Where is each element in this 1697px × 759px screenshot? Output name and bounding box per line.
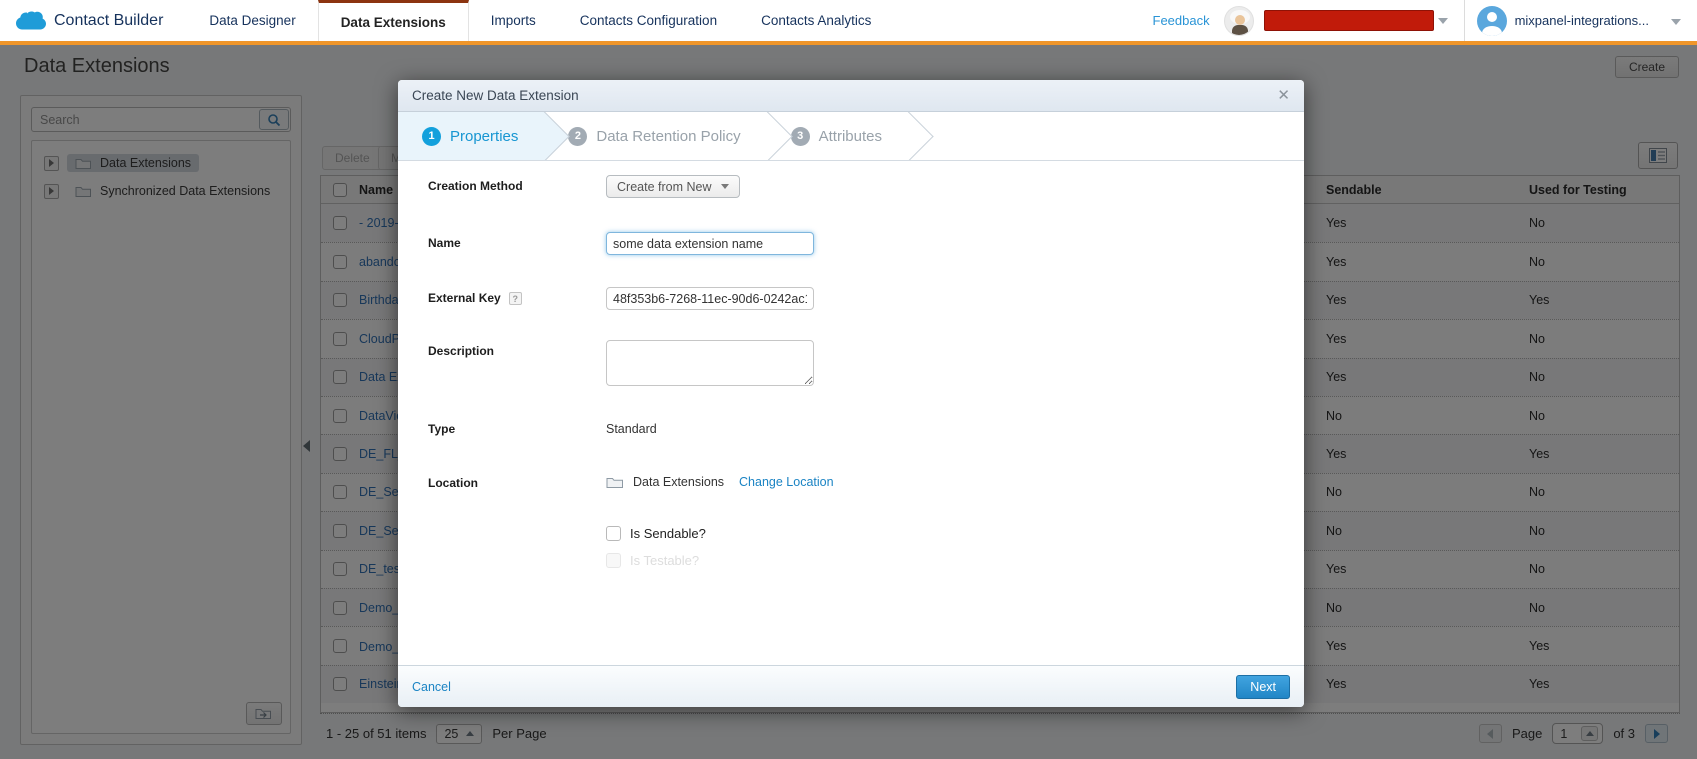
is-sendable-label: Is Sendable? xyxy=(630,526,706,541)
step-number: 3 xyxy=(791,127,810,146)
nav-item-contacts-configuration[interactable]: Contacts Configuration xyxy=(558,0,739,41)
step-properties[interactable]: 1 Properties xyxy=(398,112,544,160)
modal-title: Create New Data Extension xyxy=(412,88,579,103)
modal-body: Creation Method Create from New Name Ext… xyxy=(398,161,1304,568)
is-sendable-checkbox[interactable] xyxy=(606,526,621,541)
change-location-link[interactable]: Change Location xyxy=(739,475,834,489)
user-avatar-icon[interactable] xyxy=(1477,6,1507,36)
nav-item-data-designer[interactable]: Data Designer xyxy=(187,0,317,41)
chevron-down-icon xyxy=(721,184,729,189)
step-data-retention-policy[interactable]: 2 Data Retention Policy xyxy=(544,112,766,160)
step-label: Attributes xyxy=(819,128,882,145)
help-icon[interactable]: ? xyxy=(509,292,522,305)
business-unit-selector[interactable] xyxy=(1264,10,1434,31)
name-label: Name xyxy=(428,232,606,255)
step-label: Data Retention Policy xyxy=(596,128,740,145)
nav-item-imports[interactable]: Imports xyxy=(469,0,558,41)
nav-item-contacts-analytics[interactable]: Contacts Analytics xyxy=(739,0,893,41)
description-textarea[interactable] xyxy=(606,340,814,386)
modal-footer: Cancel Next xyxy=(398,665,1304,707)
type-label: Type xyxy=(428,418,606,436)
app-title: Contact Builder xyxy=(54,12,163,30)
location-value: Data Extensions xyxy=(633,475,724,489)
close-icon[interactable]: ✕ xyxy=(1277,88,1290,103)
create-data-extension-modal: Create New Data Extension ✕ 1 Properties… xyxy=(398,80,1304,707)
step-label: Properties xyxy=(450,128,518,145)
step-number: 2 xyxy=(568,127,587,146)
location-label: Location xyxy=(428,472,606,490)
divider xyxy=(1464,0,1465,41)
nav-item-data-extensions[interactable]: Data Extensions xyxy=(318,0,469,41)
step-number: 1 xyxy=(422,127,441,146)
creation-method-value: Create from New xyxy=(617,180,711,194)
cancel-button[interactable]: Cancel xyxy=(412,680,451,694)
external-key-input[interactable] xyxy=(606,287,814,310)
brand: Contact Builder xyxy=(0,10,187,32)
app-header: Contact Builder Data Designer Data Exten… xyxy=(0,0,1697,45)
account-name[interactable]: mixpanel-integrations... xyxy=(1515,13,1649,28)
name-input[interactable] xyxy=(606,232,814,255)
creation-method-label: Creation Method xyxy=(428,175,606,198)
type-value: Standard xyxy=(606,418,657,436)
feedback-link[interactable]: Feedback xyxy=(1153,13,1210,28)
modal-titlebar: Create New Data Extension ✕ xyxy=(398,80,1304,112)
next-button[interactable]: Next xyxy=(1236,675,1290,699)
top-nav: Data Designer Data Extensions Imports Co… xyxy=(187,0,893,41)
description-label: Description xyxy=(428,340,606,386)
external-key-label: External Key xyxy=(428,291,501,310)
wizard-steps: 1 Properties 2 Data Retention Policy 3 A… xyxy=(398,112,1304,161)
creation-method-dropdown[interactable]: Create from New xyxy=(606,175,740,198)
is-testable-label: Is Testable? xyxy=(630,553,699,568)
salesforce-cloud-logo-icon xyxy=(14,10,46,32)
chevron-down-icon[interactable] xyxy=(1438,18,1448,24)
folder-icon xyxy=(606,476,624,489)
is-testable-checkbox xyxy=(606,553,621,568)
einstein-avatar xyxy=(1224,6,1254,36)
chevron-down-icon[interactable] xyxy=(1671,19,1681,25)
